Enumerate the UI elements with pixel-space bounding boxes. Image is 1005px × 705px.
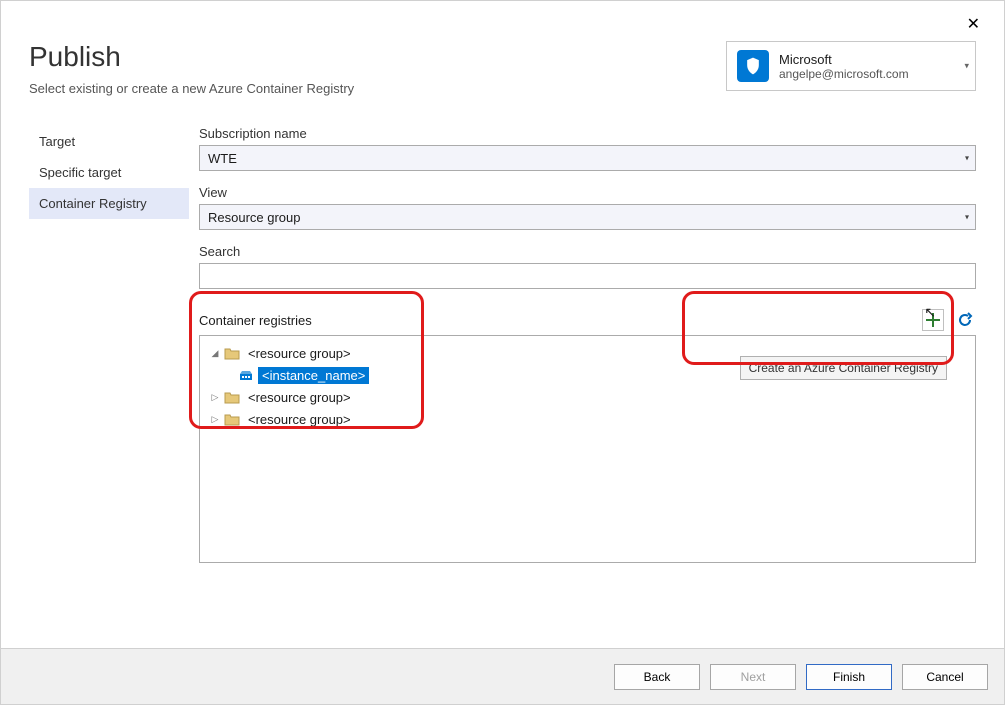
subscription-dropdown[interactable]: WTE ▾ [199, 145, 976, 171]
back-button[interactable]: Back [614, 664, 700, 690]
refresh-button[interactable] [954, 309, 976, 331]
finish-button[interactable]: Finish [806, 664, 892, 690]
tree-expand-icon[interactable]: ▷ [210, 414, 220, 425]
sidebar-item-label: Target [39, 134, 75, 149]
subscription-value: WTE [208, 151, 237, 166]
view-label: View [199, 185, 976, 200]
registries-label: Container registries [199, 313, 312, 328]
tree-instance-label: <instance_name> [258, 367, 369, 384]
folder-icon [224, 346, 240, 360]
account-picker[interactable]: Microsoft angelpe@microsoft.com ▾ [726, 41, 976, 91]
refresh-icon [957, 312, 973, 328]
account-email: angelpe@microsoft.com [779, 67, 909, 81]
chevron-down-icon: ▾ [964, 61, 969, 72]
sidebar-item-label: Specific target [39, 165, 121, 180]
tree-expand-icon[interactable]: ◢ [210, 348, 220, 359]
search-label: Search [199, 244, 976, 259]
tree-group-label: <resource group> [244, 389, 355, 406]
page-title: Publish [29, 41, 354, 73]
plus-icon [925, 312, 941, 328]
tree-group-label: <resource group> [244, 411, 355, 428]
chevron-down-icon: ▾ [965, 213, 969, 222]
view-dropdown[interactable]: Resource group ▾ [199, 204, 976, 230]
sidebar-item-label: Container Registry [39, 196, 147, 211]
tree-group-row[interactable]: ▷ <resource group> [204, 408, 971, 430]
account-org: Microsoft [779, 52, 909, 67]
chevron-down-icon: ▾ [965, 154, 969, 163]
page-subtitle: Select existing or create a new Azure Co… [29, 81, 354, 96]
tree-group-row[interactable]: ◢ <resource group> [204, 342, 971, 364]
folder-icon [224, 412, 240, 426]
tree-instance-row[interactable]: <instance_name> [204, 364, 971, 386]
add-registry-button[interactable] [922, 309, 944, 331]
tree-expand-icon[interactable]: ▷ [210, 392, 220, 403]
tree-group-label: <resource group> [244, 345, 355, 362]
registries-tree[interactable]: ◢ <resource group> <instance_name> ▷ <re… [199, 335, 976, 563]
search-input[interactable] [199, 263, 976, 289]
cancel-button[interactable]: Cancel [902, 664, 988, 690]
sidebar-item-container-registry[interactable]: Container Registry [29, 188, 189, 219]
close-button[interactable]: ✕ [961, 13, 986, 35]
wizard-steps: Target Specific target Container Registr… [29, 126, 199, 563]
folder-icon [224, 390, 240, 404]
view-value: Resource group [208, 210, 301, 225]
tree-group-row[interactable]: ▷ <resource group> [204, 386, 971, 408]
sidebar-item-specific-target[interactable]: Specific target [29, 157, 189, 188]
account-badge-icon [737, 50, 769, 82]
sidebar-item-target[interactable]: Target [29, 126, 189, 157]
dialog-footer: Back Next Finish Cancel [1, 648, 1004, 704]
next-button: Next [710, 664, 796, 690]
registry-icon [238, 368, 254, 382]
subscription-label: Subscription name [199, 126, 976, 141]
